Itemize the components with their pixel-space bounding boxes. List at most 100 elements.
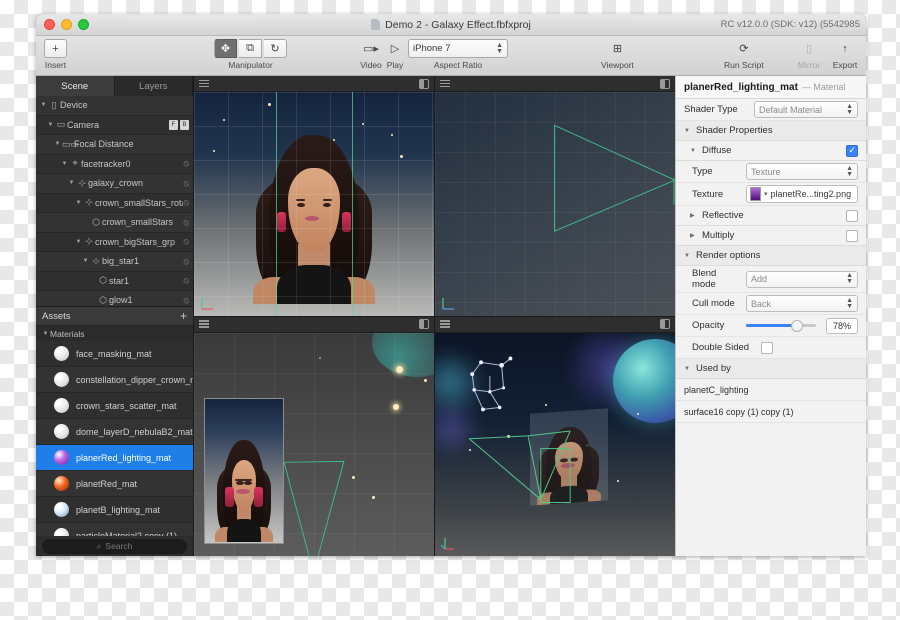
mirror-group[interactable]: ▯ Mirror	[796, 36, 822, 70]
viewport-bottom-left-body[interactable]	[194, 332, 434, 556]
export-icon[interactable]: ↑	[832, 39, 858, 58]
twisty-icon[interactable]: ▼	[60, 161, 69, 167]
panel-icon[interactable]	[419, 319, 429, 329]
reflective-checkbox[interactable]	[846, 209, 858, 222]
render-options-section[interactable]: ▼ Render options	[676, 246, 866, 266]
assets-group-materials[interactable]: ▼ Materials	[36, 326, 193, 341]
rotate-icon[interactable]: ↻	[264, 39, 287, 58]
minimize-button[interactable]	[61, 19, 72, 30]
mirror-icon[interactable]: ▯	[796, 39, 822, 58]
maximize-button[interactable]	[78, 19, 89, 30]
cull-mode-select[interactable]: Back ▲ ▼	[746, 295, 858, 312]
hamburger-icon[interactable]	[199, 320, 209, 328]
double-sided-checkbox[interactable]	[761, 341, 774, 354]
diffuse-checkbox[interactable]	[846, 144, 858, 157]
used-by-item[interactable]: surface16 copy (1) copy (1)	[676, 401, 866, 423]
aspect-ratio-group[interactable]: iPhone 7 ▲ ▼ Aspect Ratio	[408, 36, 508, 70]
twisty-icon[interactable]: ▼	[81, 258, 90, 264]
camera-badge-b[interactable]: B	[180, 119, 189, 130]
video-icon[interactable]: ▭▸	[358, 39, 384, 58]
move-icon[interactable]: ✥	[214, 39, 237, 58]
blend-mode-select[interactable]: Add ▲ ▼	[746, 270, 858, 288]
tree-row-crown-bigstars-grp[interactable]: ▼ ⊹ crown_bigStars_grp ⦸	[36, 232, 193, 252]
tree-row-crown-smallstars-rotato[interactable]: ▼⊹crown_smallStars_rotato⦸	[36, 193, 193, 213]
visibility-off-icon[interactable]: ⦸	[183, 197, 189, 208]
tab-layers[interactable]: Layers	[114, 76, 193, 96]
insert-group[interactable]: + Insert	[44, 36, 67, 70]
window-controls[interactable]	[44, 19, 89, 30]
asset-item-crown-stars-scatter-mat[interactable]: crown_stars_scatter_mat	[36, 393, 193, 419]
visibility-off-icon[interactable]: ⦸	[183, 256, 189, 267]
tree-row-galaxy-crown[interactable]: ▼ ⊹ galaxy_crown ⦸	[36, 174, 193, 194]
tab-scene[interactable]: Scene	[36, 76, 115, 96]
viewport-bottom-right[interactable]	[435, 316, 675, 556]
viewport-top-left[interactable]	[194, 76, 434, 316]
visibility-off-icon[interactable]: ⦸	[183, 158, 189, 169]
opacity-value[interactable]: 78%	[826, 317, 858, 334]
chevron-down-icon[interactable]: ▾	[764, 190, 768, 198]
tree-row-camera[interactable]: ▼ ▭ Camera F B	[36, 115, 193, 135]
asset-item-planerred-lighting-mat[interactable]: planerRed_lighting_mat	[36, 445, 193, 471]
add-asset-button[interactable]: +	[180, 310, 187, 322]
twisty-icon[interactable]: ▼	[74, 239, 83, 245]
reflective-section[interactable]: ▶ Reflective	[676, 206, 866, 226]
tree-row-crown-smallstars[interactable]: ⬡ crown_smallStars ⦸	[36, 213, 193, 233]
hamburger-icon[interactable]	[199, 79, 209, 88]
visibility-off-icon[interactable]: ⦸	[183, 275, 189, 286]
viewport-top-left-body[interactable]	[194, 92, 434, 316]
tree-row-device[interactable]: ▼ ▯ Device	[36, 96, 193, 116]
plus-icon[interactable]: +	[44, 39, 67, 58]
twisty-icon[interactable]: ▼	[74, 200, 83, 206]
used-by-item[interactable]: planetC_lighting	[676, 379, 866, 401]
visibility-off-icon[interactable]: ⦸	[183, 178, 189, 189]
visibility-off-icon[interactable]: ⦸	[183, 236, 189, 247]
camera-badges[interactable]: FB	[169, 119, 189, 130]
asset-item-planetb-lighting-mat[interactable]: planetB_lighting_mat	[36, 497, 193, 523]
viewport-bottom-left[interactable]	[194, 316, 434, 556]
viewport-icon[interactable]: ⊞	[604, 39, 630, 58]
panel-icon[interactable]	[660, 78, 670, 89]
video-group[interactable]: ▭▸ Video	[358, 36, 384, 70]
tree-row-facetracker0[interactable]: ▼ ⌖ facetracker0 ⦸	[36, 154, 193, 174]
asset-item-face-masking-mat[interactable]: face_masking_mat	[36, 341, 193, 367]
run-script-icon[interactable]: ⟳	[731, 39, 757, 58]
twisty-icon[interactable]: ▼	[67, 180, 76, 186]
panel-icon[interactable]	[419, 78, 429, 89]
viewport-top-right-body[interactable]	[435, 92, 675, 316]
manipulator-group[interactable]: ✥ ⧉ ↻ Manipulator	[214, 36, 287, 70]
assets-list[interactable]: ▼ Materials face_masking_mat constellation_…	[36, 326, 193, 536]
shader-properties-section[interactable]: ▼ Shader Properties	[676, 121, 866, 141]
viewport-bottom-right-body[interactable]	[435, 332, 675, 556]
video-thumbnail[interactable]	[204, 397, 284, 544]
hamburger-icon[interactable]	[440, 79, 450, 88]
opacity-slider-knob[interactable]	[791, 319, 804, 332]
diffuse-section[interactable]: ▼ Diffuse	[676, 141, 866, 161]
hamburger-icon[interactable]	[440, 320, 450, 328]
scale-icon[interactable]: ⧉	[239, 39, 262, 58]
search-input[interactable]: ⌕ Search	[42, 538, 187, 554]
asset-item-constellation-dipper-crown-mat[interactable]: constellation_dipper_crown_mat	[36, 367, 193, 393]
viewport-top-right[interactable]	[435, 76, 675, 316]
panel-icon[interactable]	[660, 319, 670, 329]
viewport-group[interactable]: ⊞ Viewport	[601, 36, 634, 70]
close-button[interactable]	[44, 19, 55, 30]
opacity-slider[interactable]	[746, 319, 816, 332]
camera-badge-f[interactable]: F	[169, 119, 178, 130]
diffuse-texture-field[interactable]: ▾ planetRe...ting2.png	[746, 185, 858, 203]
tree-row-focal-distance[interactable]: ▼ ▭▭ Focal Distance	[36, 135, 193, 155]
shader-type-select[interactable]: Default Material ▲ ▼	[754, 101, 858, 118]
visibility-off-icon[interactable]: ⦸	[183, 295, 189, 306]
asset-item-dome-layerd-nebulab2-mat[interactable]: dome_layerD_nebulaB2_mat	[36, 419, 193, 445]
tree-row-big-star1[interactable]: ▼ ⊹ big_star1 ⦸	[36, 252, 193, 272]
diffuse-type-select[interactable]: Texture ▲ ▼	[746, 163, 858, 180]
asset-item-planetred-mat[interactable]: planetRed_mat	[36, 471, 193, 497]
play-group[interactable]: ▷ Play	[382, 36, 408, 70]
twisty-icon[interactable]: ▼	[53, 141, 62, 147]
twisty-icon[interactable]: ▼	[39, 102, 48, 108]
tree-row-star1[interactable]: ⬡ star1 ⦸	[36, 271, 193, 291]
tree-row-glow1[interactable]: ⬡ glow1 ⦸	[36, 291, 193, 306]
export-group[interactable]: ↑ Export	[832, 36, 858, 71]
multiply-section[interactable]: ▶ Multiply	[676, 226, 866, 246]
aspect-ratio-select[interactable]: iPhone 7 ▲ ▼	[408, 39, 508, 58]
play-icon[interactable]: ▷	[382, 39, 408, 58]
